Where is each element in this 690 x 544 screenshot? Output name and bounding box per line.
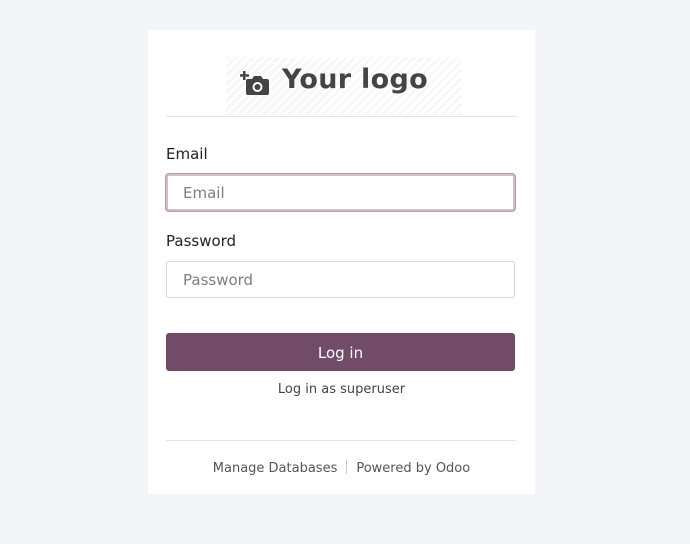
logo-text: Your logo — [282, 64, 428, 95]
footer-separator — [346, 460, 348, 474]
superuser-login-link[interactable]: Log in as superuser — [148, 382, 535, 397]
login-card: Your logo Email Password Log in Log in a… — [148, 30, 535, 494]
company-logo[interactable]: Your logo — [148, 57, 535, 120]
powered-by-odoo-link[interactable]: Powered by Odoo — [356, 461, 470, 476]
footer-links: Manage Databases Powered by Odoo — [148, 460, 535, 476]
manage-databases-link[interactable]: Manage Databases — [213, 461, 338, 476]
camera-add-icon — [240, 71, 269, 95]
password-label: Password — [166, 232, 237, 250]
bottom-divider — [166, 440, 516, 441]
email-label: Email — [166, 145, 208, 163]
email-field[interactable] — [166, 174, 515, 211]
password-field[interactable] — [166, 261, 515, 298]
top-divider — [166, 116, 516, 117]
login-button[interactable]: Log in — [166, 333, 515, 371]
